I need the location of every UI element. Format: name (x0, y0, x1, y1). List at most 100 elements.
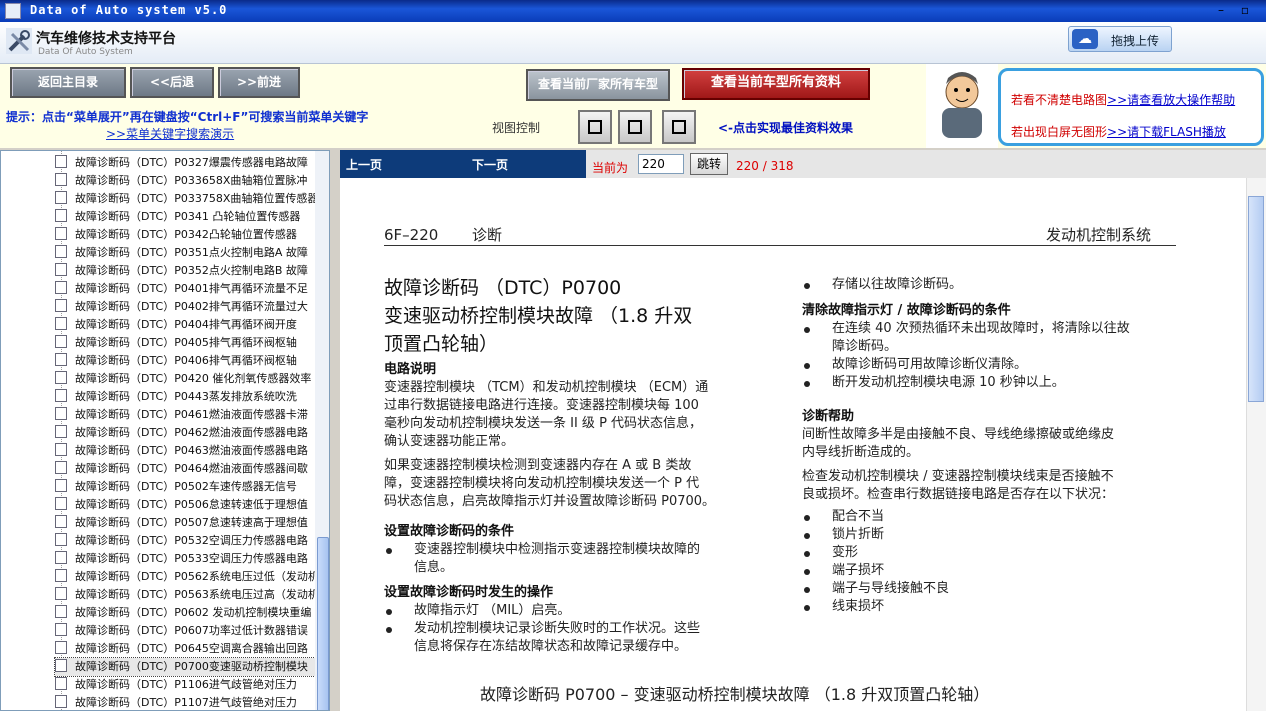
tree-item[interactable]: 故障诊断码（DTC）P0607功率过低计数器错误 (55, 622, 317, 640)
tree-item[interactable]: 故障诊断码（DTC）P0351点火控制电路A 故障 (55, 244, 317, 262)
conditions-heading: 设置故障诊断码的条件 (384, 524, 515, 539)
app-header: 汽车维修技术支持平台 Data Of Auto System ☁ 拖拽上传 (0, 22, 1266, 64)
help-text2-2: 良或损坏。检查串行数据链接电路是否存在以下状况： (802, 487, 1115, 502)
tree-item-label: 故障诊断码（DTC）P0443蒸发排放系统吹洗 (75, 390, 297, 403)
view-control-label: 视图控制 (492, 121, 541, 135)
jump-button[interactable]: 跳转 (690, 153, 728, 175)
help-bullet-5: 端子与导线接触不良 (832, 581, 950, 596)
tree-item[interactable]: 故障诊断码（DTC）P0502车速传感器无信号 (55, 478, 317, 496)
document-icon (55, 209, 67, 222)
document-icon (55, 389, 67, 402)
tree-item[interactable]: 故障诊断码（DTC）P0507怠速转速高于理想值 (55, 514, 317, 532)
panel-splitter[interactable] (330, 150, 340, 711)
upload-label: 拖拽上传 (1111, 34, 1160, 48)
tree-item[interactable]: 故障诊断码（DTC）P0352点火控制电路B 故障 (55, 262, 317, 280)
all-data-button[interactable]: 查看当前车型所有资料 (682, 68, 870, 100)
flash-download-link[interactable]: >>请下载FLASH播放 (1107, 125, 1226, 139)
document-icon (55, 659, 67, 672)
view-expand-right-button[interactable] (578, 110, 612, 144)
all-models-button[interactable]: 查看当前厂家所有车型 (526, 69, 670, 101)
document-icon (55, 533, 67, 546)
bullet (804, 551, 810, 557)
maximize-button[interactable]: ▫ (1234, 2, 1256, 20)
tree-item[interactable]: 故障诊断码（DTC）P0562系统电压过低（发动机 (55, 568, 317, 586)
app-title: 汽车维修技术支持平台 (36, 31, 176, 47)
bullet (804, 283, 810, 289)
tree-item-label: 故障诊断码（DTC）P0562系统电压过低（发动机 (75, 570, 317, 583)
upload-button[interactable]: ☁ 拖拽上传 (1068, 26, 1172, 52)
document-icon (55, 263, 67, 276)
tree-item[interactable]: 故障诊断码（DTC）P033758X曲轴箱位置传感器 (55, 190, 317, 208)
page-section: 诊断 (472, 226, 503, 244)
tree-item[interactable]: 故障诊断码（DTC）P0327爆震传感器电路故障 (55, 154, 317, 172)
action-item-2-line-1: 发动机控制模块记录诊断失败时的工作状况。这些 (414, 621, 701, 636)
view-tip: <-点击实现最佳资料效果 (718, 121, 854, 135)
tree-item-label: 故障诊断码（DTC）P0532空调压力传感器电路 (75, 534, 308, 547)
help-bullet-4: 端子损坏 (832, 563, 885, 578)
tree-item[interactable]: 故障诊断码（DTC）P0402排气再循环流量过大 (55, 298, 317, 316)
tree-item-label: 故障诊断码（DTC）P1107进气歧管绝对压力 (75, 696, 297, 709)
arrow-right-icon (588, 120, 602, 134)
tree-item[interactable]: 故障诊断码（DTC）P0506怠速转速低于理想值 (55, 496, 317, 514)
bullet (804, 533, 810, 539)
tree-item[interactable]: 故障诊断码（DTC）P1106进气歧管绝对压力 (55, 676, 317, 694)
circuit-text2-2: 障，变速器控制模块将向发动机控制模块发送一个 P 代 (384, 476, 700, 491)
tree-item[interactable]: 故障诊断码（DTC）P0341 凸轮轴位置传感器 (55, 208, 317, 226)
tree-item[interactable]: 故障诊断码（DTC）P0645空调离合器输出回路 (55, 640, 317, 658)
page-code: 6F–220 (384, 226, 439, 244)
tree-item[interactable]: 故障诊断码（DTC）P0406排气再循环阀枢轴 (55, 352, 317, 370)
page-system: 发动机控制系统 (1046, 226, 1152, 244)
tree-item[interactable]: 故障诊断码（DTC）P0404排气再循环阀开度 (55, 316, 317, 334)
tree-item[interactable]: 故障诊断码（DTC）P0420 催化剂氧传感器效率 (55, 370, 317, 388)
tree-item[interactable]: 故障诊断码（DTC）P0443蒸发排放系统吹洗 (55, 388, 317, 406)
tree-item[interactable]: 故障诊断码（DTC）P0405排气再循环阀枢轴 (55, 334, 317, 352)
document-scroll-thumb[interactable] (1248, 196, 1264, 402)
tree-scroll-thumb[interactable] (317, 537, 329, 710)
document-icon (55, 227, 67, 240)
tree-item[interactable]: 故障诊断码（DTC）P0401排气再循环流量不足 (55, 280, 317, 298)
tree-item[interactable]: 故障诊断码（DTC）P033658X曲轴箱位置脉冲 (55, 172, 317, 190)
doc-title-line-2: 变速驱动桥控制模块故障 （1.8 升双 (384, 305, 693, 327)
tree-item[interactable]: 故障诊断码（DTC）P0463燃油液面传感器电路 (55, 442, 317, 460)
page-number-input[interactable] (638, 154, 684, 174)
document-icon (55, 569, 67, 582)
menu-tree[interactable]: 故障诊断码（DTC）P0327爆震传感器电路故障 故障诊断码（DTC）P03365… (0, 150, 330, 711)
tree-item[interactable]: 故障诊断码（DTC）P0461燃油液面传感器卡滞 (55, 406, 317, 424)
zoom-help-link[interactable]: >>请查看放大操作帮助 (1107, 93, 1235, 107)
view-split-button[interactable] (618, 110, 652, 144)
minimize-button[interactable]: – (1210, 2, 1232, 20)
next-page-link[interactable]: 下一页 (472, 156, 508, 173)
prev-page-link[interactable]: 上一页 (346, 156, 382, 173)
tree-item[interactable]: 故障诊断码（DTC）P0533空调压力传感器电路 (55, 550, 317, 568)
document-icon (55, 695, 67, 708)
tree-item-label: 故障诊断码（DTC）P033758X曲轴箱位置传感器 (75, 192, 317, 205)
tree-item-label: 故障诊断码（DTC）P0461燃油液面传感器卡滞 (75, 408, 308, 421)
forward-button[interactable]: >>前进 (218, 67, 300, 98)
tree-item[interactable]: 故障诊断码（DTC）P0700变速驱动桥控制模块 (54, 657, 318, 677)
clear-item-1-line-1: 在连续 40 次预热循环未出现故障时，将清除以往故 (832, 321, 1130, 336)
tree-item-label: 故障诊断码（DTC）P0352点火控制电路B 故障 (75, 264, 308, 277)
tree-item-label: 故障诊断码（DTC）P0607功率过低计数器错误 (75, 624, 308, 637)
header-rule (384, 245, 1176, 246)
help-box: 若看不清楚电路图>>请查看放大操作帮助 若出现白屏无图形>>请下载FLASH播放 (998, 68, 1264, 146)
tree-item-label: 故障诊断码（DTC）P0404排气再循环阀开度 (75, 318, 297, 331)
bullet (386, 609, 392, 615)
search-demo-link[interactable]: >>菜单关键字搜索演示 (106, 125, 234, 142)
tree-item[interactable]: 故障诊断码（DTC）P0464燃油液面传感器间歇 (55, 460, 317, 478)
back-button[interactable]: <<后退 (130, 67, 214, 98)
clear-item-2: 故障诊断码可用故障诊断仪清除。 (832, 357, 1028, 372)
document-icon (55, 407, 67, 420)
tree-item[interactable]: 故障诊断码（DTC）P0563系统电压过高（发动机 (55, 586, 317, 604)
tree-item-label: 故障诊断码（DTC）P0405排气再循环阀枢轴 (75, 336, 297, 349)
document-icon (55, 335, 67, 348)
document-icon (55, 479, 67, 492)
tree-item[interactable]: 故障诊断码（DTC）P0532空调压力传感器电路 (55, 532, 317, 550)
tree-item[interactable]: 故障诊断码（DTC）P0342凸轮轴位置传感器 (55, 226, 317, 244)
view-expand-left-button[interactable] (662, 110, 696, 144)
tree-item[interactable]: 故障诊断码（DTC）P0462燃油液面传感器电路 (55, 424, 317, 442)
home-button[interactable]: 返回主目录 (10, 67, 126, 98)
current-page-label: 当前为 (592, 161, 629, 175)
action-item-1: 故障指示灯 （MIL）启亮。 (414, 603, 571, 618)
tree-item[interactable]: 故障诊断码（DTC）P0602 发动机控制模块重编 (55, 604, 317, 622)
tree-item[interactable]: 故障诊断码（DTC）P1107进气歧管绝对压力 (55, 694, 317, 710)
